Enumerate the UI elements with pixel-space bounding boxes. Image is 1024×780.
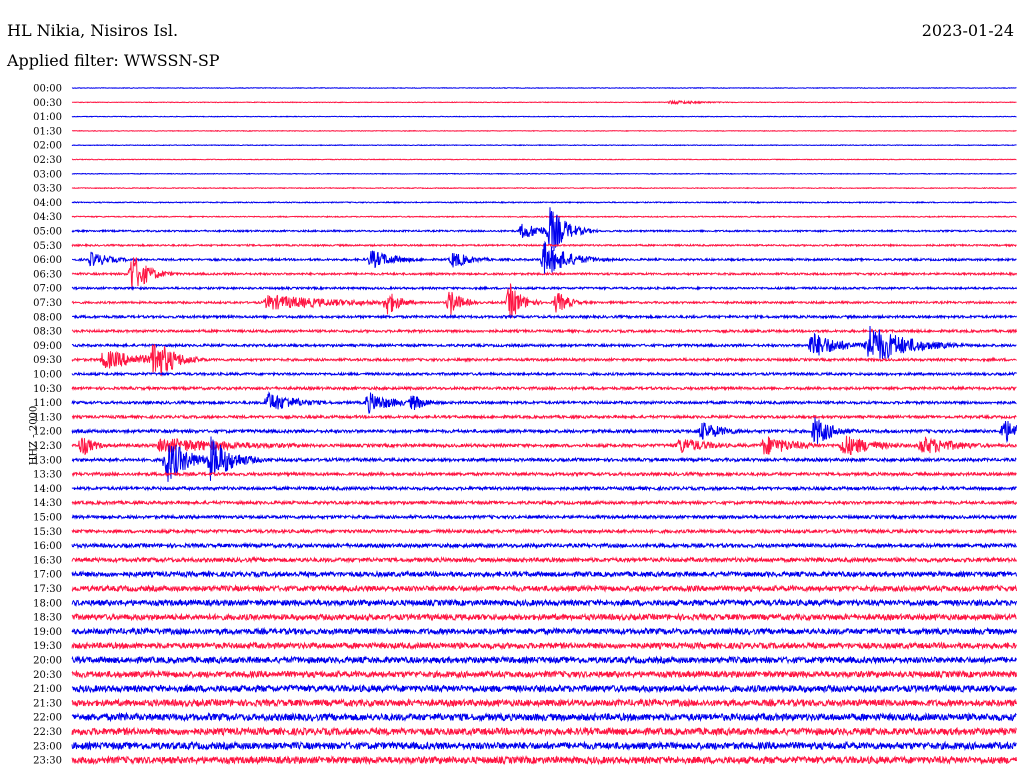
row-time-label: 18:30 (33, 613, 62, 624)
row-time-label: 23:30 (33, 756, 62, 767)
row-time-label: 13:00 (33, 455, 62, 466)
row-time-label: 07:30 (33, 298, 62, 309)
trace-row (71, 385, 1017, 392)
trace-row (71, 115, 1017, 118)
trace-row (71, 417, 1017, 444)
trace-row (71, 470, 1017, 478)
trace-row (71, 484, 1017, 492)
row-time-label: 16:30 (33, 555, 62, 566)
row-time-label: 06:00 (33, 255, 62, 266)
row-time-label: 20:30 (33, 670, 62, 681)
trace-row (71, 327, 1017, 335)
trace-row (71, 541, 1017, 550)
row-time-label: 05:30 (33, 241, 62, 252)
row-time-label: 04:00 (33, 198, 62, 209)
trace-row (72, 240, 1017, 274)
trace-row (71, 569, 1017, 579)
trace-row (71, 99, 1017, 105)
row-time-label: 21:00 (33, 684, 62, 695)
trace-row (71, 413, 1017, 421)
row-time-label: 05:00 (33, 227, 62, 238)
row-time-label: 08:00 (33, 312, 62, 323)
trace-row (71, 740, 1017, 752)
row-time-label: 00:30 (33, 98, 62, 109)
trace-row (71, 655, 1017, 665)
trace-row (71, 391, 1017, 414)
row-time-label: 10:00 (33, 370, 62, 381)
row-time-label: 07:00 (33, 284, 62, 295)
row-time-label: 19:00 (33, 627, 62, 638)
row-time-label: 02:00 (33, 141, 62, 152)
trace-row (71, 513, 1017, 521)
trace-row (71, 583, 1017, 593)
row-time-label: 18:00 (33, 598, 62, 609)
helicorder-plot: 00:00 00:30 01:00 01:30 02:00 02:30 03:00 03:30… (33, 84, 1017, 767)
trace-row (71, 711, 1017, 723)
trace-row (71, 612, 1017, 622)
row-time-label: 02:30 (33, 155, 62, 166)
row-time-label: 06:30 (33, 269, 62, 280)
trace-row (71, 555, 1017, 564)
row-time-label: 03:30 (33, 184, 62, 195)
trace-row (71, 499, 1017, 507)
row-time-label: 15:30 (33, 527, 62, 538)
trace-row (71, 669, 1017, 680)
row-time-label: 01:30 (33, 126, 62, 137)
row-time-label: 15:00 (33, 513, 62, 524)
trace-row (71, 697, 1017, 708)
row-time-label: 14:00 (33, 484, 62, 495)
row-time-label: 22:30 (33, 727, 62, 738)
trace-row (71, 683, 1017, 694)
row-time-label: 23:00 (33, 741, 62, 752)
trace-row (71, 726, 1017, 737)
trace-row (71, 641, 1017, 651)
row-time-label: 11:30 (33, 412, 62, 423)
row-time-label: 03:00 (33, 169, 62, 180)
row-time-label: 09:00 (33, 341, 62, 352)
trace-row (71, 370, 1017, 378)
trace-row (71, 186, 1017, 190)
trace-row (71, 129, 1017, 132)
trace-row (71, 200, 1017, 204)
row-time-label: 09:30 (33, 355, 62, 366)
trace-row (71, 215, 1017, 219)
row-time-label: 08:30 (33, 327, 62, 338)
row-time-label: 00:00 (33, 84, 62, 95)
trace-row (71, 527, 1017, 535)
row-time-label: 10:30 (33, 384, 62, 395)
trace-row (71, 598, 1017, 608)
row-time-label: 19:30 (33, 641, 62, 652)
trace-row (71, 172, 1017, 175)
row-time-label: 14:30 (33, 498, 62, 509)
trace-row (71, 343, 1017, 377)
row-time-label: 01:00 (33, 112, 62, 123)
trace-row (71, 626, 1017, 636)
row-time-label: 12:30 (33, 441, 62, 452)
trace-row (71, 754, 1017, 766)
row-time-label: 13:30 (33, 470, 62, 481)
trace-row (71, 144, 1017, 147)
trace-row (71, 158, 1017, 161)
row-time-label: 16:00 (33, 541, 62, 552)
row-time-label: 17:00 (33, 570, 62, 581)
trace-row (71, 86, 1017, 90)
row-time-label: 11:00 (33, 398, 62, 409)
trace-row (72, 313, 1017, 320)
row-time-label: 22:00 (33, 713, 62, 724)
row-time-label: 20:00 (33, 656, 62, 667)
row-time-label: 17:30 (33, 584, 62, 595)
row-time-label: 21:30 (33, 698, 62, 709)
row-time-label: 04:30 (33, 212, 62, 223)
row-time-label: 12:00 (33, 427, 62, 438)
trace-row (71, 285, 1017, 292)
